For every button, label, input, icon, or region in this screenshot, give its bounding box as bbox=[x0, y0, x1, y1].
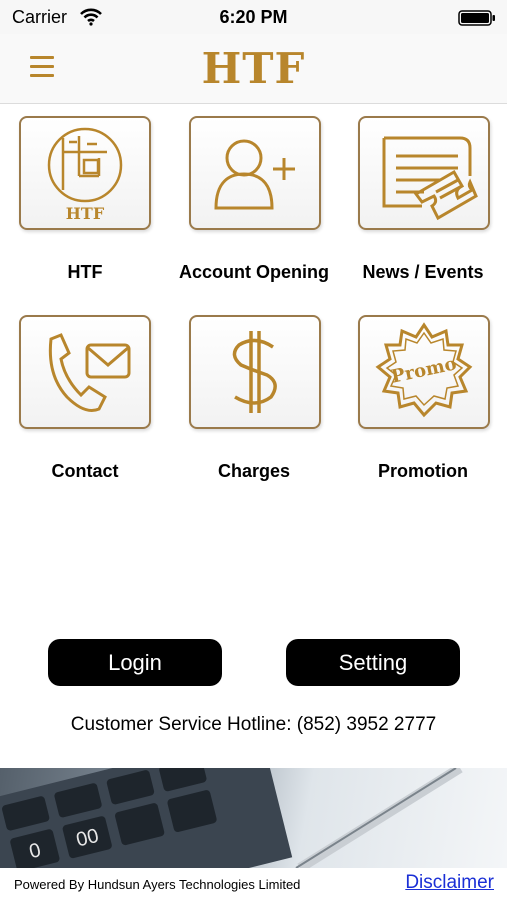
tile-charges-label: Charges bbox=[217, 461, 291, 481]
powered-by-label: Powered By Hundsun Ayers Technologies Li… bbox=[14, 877, 301, 892]
login-button[interactable]: Login bbox=[48, 639, 222, 686]
tile-news-events-label: News / Events bbox=[362, 262, 484, 282]
app-logo: HTF bbox=[201, 44, 306, 93]
footer-banner-image: 0 00 bbox=[0, 768, 507, 868]
nav-bar: HTF bbox=[0, 34, 507, 104]
status-time: 6:20 PM bbox=[219, 7, 288, 27]
calculator-banner-icon: 0 00 bbox=[0, 768, 463, 868]
customer-service-hotline: Customer Service Hotline: (852) 3952 277… bbox=[70, 714, 437, 735]
status-bar: Carrier 6:20 PM bbox=[0, 0, 507, 34]
disclaimer-link[interactable]: Disclaimer bbox=[405, 872, 494, 894]
tile-contact[interactable] bbox=[19, 315, 151, 429]
htf-badge-text: HTF bbox=[66, 204, 105, 223]
tile-contact-label: Contact bbox=[51, 461, 119, 481]
phone-mail-icon bbox=[48, 333, 131, 412]
tile-promotion[interactable]: Promo bbox=[358, 315, 490, 429]
tile-account-opening[interactable] bbox=[189, 116, 321, 230]
promo-badge-text: Promo bbox=[389, 353, 458, 387]
dollar-icon bbox=[232, 331, 277, 413]
tile-account-opening-label: Account Opening bbox=[179, 262, 329, 282]
setting-button[interactable]: Setting bbox=[286, 639, 460, 686]
tile-htf[interactable]: HTF bbox=[19, 116, 151, 230]
tile-promotion-label: Promotion bbox=[378, 461, 468, 481]
battery-icon bbox=[458, 10, 495, 26]
promo-badge-icon: Promo bbox=[375, 322, 473, 418]
htf-emblem-icon: HTF bbox=[47, 127, 123, 223]
add-user-icon bbox=[214, 139, 295, 210]
tile-htf-label: HTF bbox=[67, 262, 103, 282]
news-ticket-icon bbox=[382, 136, 478, 221]
footer-bar: Powered By Hundsun Ayers Technologies Li… bbox=[0, 868, 507, 900]
tile-news-events[interactable] bbox=[358, 116, 490, 230]
tile-charges[interactable] bbox=[189, 315, 321, 429]
